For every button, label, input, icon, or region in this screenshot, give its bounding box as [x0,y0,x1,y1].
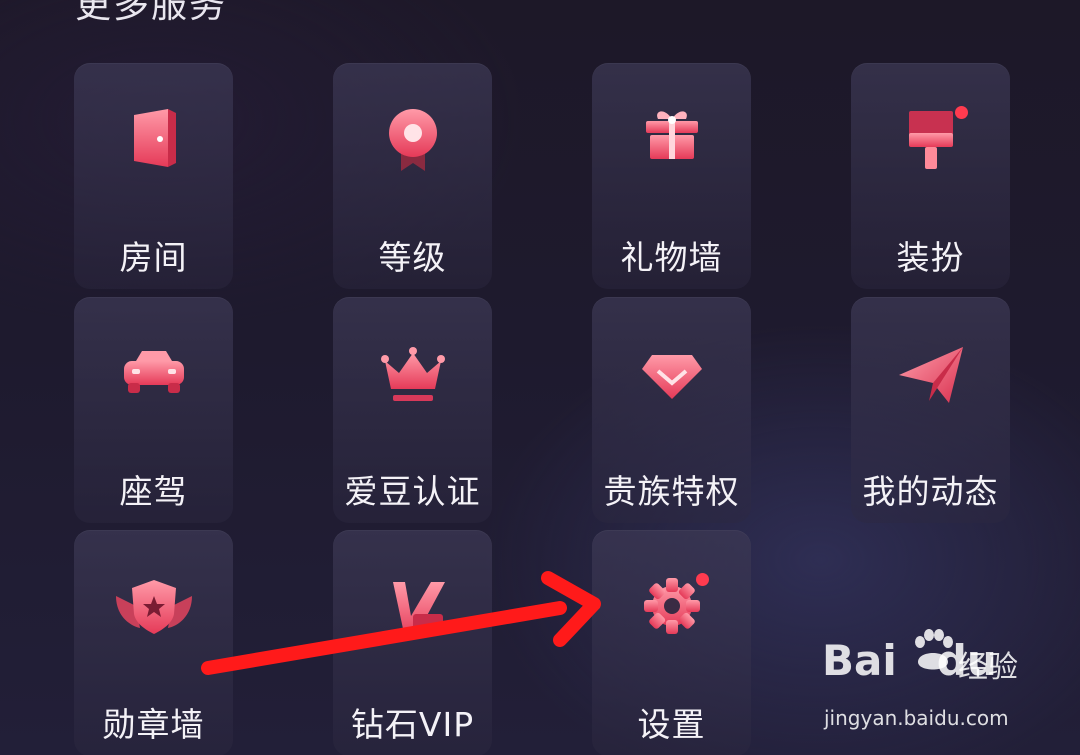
watermark-brand-cn: 经验 [958,650,1018,685]
service-label: 装扮 [896,238,965,277]
service-item-noble-privilege[interactable]: 贵族特权 [592,297,751,523]
notification-dot [696,573,709,586]
crown-icon [380,347,445,401]
level-medal-icon [388,109,437,171]
service-label: 礼物墙 [620,238,723,277]
service-item-diamond-vip[interactable]: 钻石VIP [333,530,492,755]
service-item-gift-wall[interactable]: 礼物墙 [592,63,751,289]
door-icon [133,109,176,167]
notification-dot [955,106,968,119]
service-item-my-moments[interactable]: 我的动态 [851,297,1010,523]
service-label: 勋章墙 [102,705,205,744]
service-label: 设置 [637,705,706,744]
service-label: 我的动态 [862,472,999,511]
service-item-settings[interactable]: 设置 [592,530,751,755]
service-label: 贵族特权 [603,472,740,511]
service-item-room[interactable]: 房间 [74,63,233,289]
service-item-medal-wall[interactable]: 勋章墙 [74,530,233,755]
gear-icon [643,578,700,634]
service-item-vehicle[interactable]: 座驾 [74,297,233,523]
service-item-idol-verify[interactable]: 爱豆认证 [333,297,492,523]
shield-badge-icon [115,580,192,634]
paint-brush-icon [908,111,953,169]
diamond-icon [641,355,702,399]
car-icon [123,351,184,393]
paper-plane-icon [898,347,963,403]
watermark-url: jingyan.baidu.com [824,706,1009,730]
service-label: 钻石VIP [350,705,475,744]
service-label: 爱豆认证 [344,472,481,511]
service-label: 座驾 [119,472,188,511]
service-label: 等级 [378,238,447,277]
gift-icon [645,111,698,159]
service-item-level[interactable]: 等级 [333,63,492,289]
service-label: 房间 [119,238,188,277]
baidu-watermark: Bai du 经验 jingyan.baidu.com [822,629,1022,736]
paw-icon [915,629,953,670]
service-item-dress-up[interactable]: 装扮 [851,63,1010,289]
vip-icon [392,582,445,638]
